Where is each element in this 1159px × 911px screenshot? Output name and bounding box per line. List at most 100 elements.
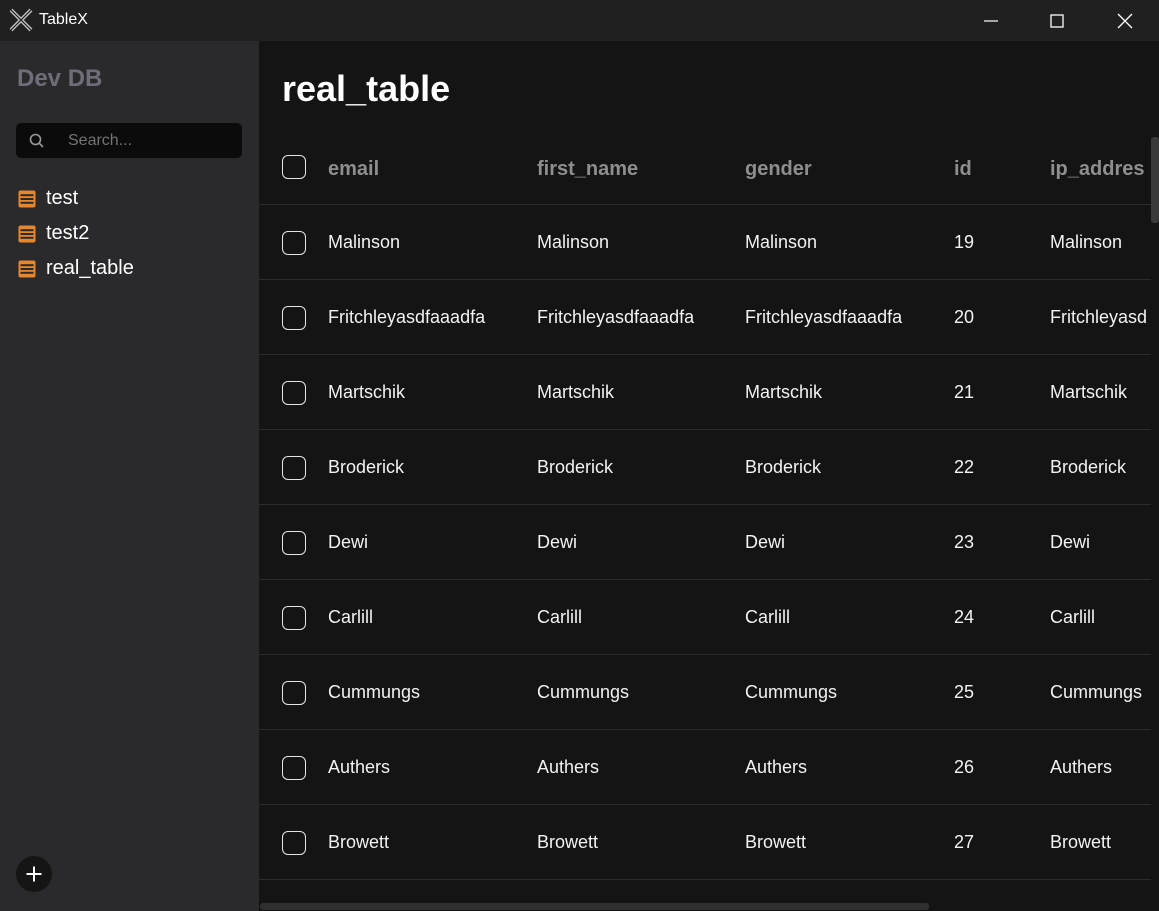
cell-first-name[interactable]: Cummungs bbox=[537, 655, 737, 730]
sidebar-item-real-table[interactable]: real_table bbox=[17, 251, 134, 286]
cell-ip-address[interactable]: Malinson bbox=[1050, 205, 1151, 280]
cell-first-name[interactable]: Fritchleyasdfaaadfa bbox=[537, 280, 737, 355]
close-icon bbox=[1117, 13, 1133, 28]
tablex-logo-icon bbox=[9, 8, 33, 32]
cell-ip-address[interactable]: Cummungs bbox=[1050, 655, 1151, 730]
row-checkbox[interactable] bbox=[282, 531, 306, 555]
cell-id[interactable]: 27 bbox=[954, 805, 1044, 880]
sidebar-item-test[interactable]: test bbox=[17, 181, 134, 216]
page-title: real_table bbox=[282, 68, 451, 109]
row-checkbox[interactable] bbox=[282, 831, 306, 855]
cell-first-name[interactable]: Broderick bbox=[537, 430, 737, 505]
cell-gender[interactable]: Browett bbox=[745, 805, 945, 880]
cell-id[interactable]: 19 bbox=[954, 205, 1044, 280]
cell-id[interactable]: 20 bbox=[954, 280, 1044, 355]
cell-email[interactable]: Cummungs bbox=[328, 655, 528, 730]
cell-email[interactable]: Carlill bbox=[328, 580, 528, 655]
search-box[interactable] bbox=[16, 123, 242, 158]
cell-gender[interactable]: Dewi bbox=[745, 505, 945, 580]
window-title: TableX bbox=[39, 11, 88, 28]
cell-first-name[interactable]: Carlill bbox=[537, 580, 737, 655]
table-row[interactable]: Dewi Dewi Dewi 23 Dewi bbox=[259, 505, 1151, 580]
minimize-button[interactable] bbox=[958, 0, 1024, 41]
sidebar: Dev DB test test2 bbox=[0, 41, 259, 911]
cell-ip-address[interactable]: Dewi bbox=[1050, 505, 1151, 580]
cell-ip-address[interactable]: Authers bbox=[1050, 730, 1151, 805]
row-checkbox[interactable] bbox=[282, 381, 306, 405]
column-header-ip-address[interactable]: ip_addres bbox=[1050, 129, 1151, 205]
maximize-button[interactable] bbox=[1024, 0, 1090, 41]
cell-email[interactable]: Martschik bbox=[328, 355, 528, 430]
cell-gender[interactable]: Authers bbox=[745, 730, 945, 805]
cell-ip-address[interactable]: Broderick bbox=[1050, 430, 1151, 505]
cell-first-name[interactable]: Dewi bbox=[537, 505, 737, 580]
cell-email[interactable]: Authers bbox=[328, 730, 528, 805]
minimize-icon bbox=[984, 19, 998, 22]
table-row[interactable]: Browett Browett Browett 27 Browett bbox=[259, 805, 1151, 880]
cell-ip-address[interactable]: Fritchleyasd bbox=[1050, 280, 1151, 355]
cell-email[interactable]: Malinson bbox=[328, 205, 528, 280]
table-row[interactable]: Malinson Malinson Malinson 19 Malinson bbox=[259, 205, 1151, 280]
cell-first-name[interactable]: Browett bbox=[537, 805, 737, 880]
search-input[interactable] bbox=[68, 123, 236, 158]
cell-first-name[interactable]: Malinson bbox=[537, 205, 737, 280]
cell-gender[interactable]: Martschik bbox=[745, 355, 945, 430]
cell-gender[interactable]: Broderick bbox=[745, 430, 945, 505]
cell-id[interactable]: 21 bbox=[954, 355, 1044, 430]
cell-id[interactable]: 23 bbox=[954, 505, 1044, 580]
vertical-scrollbar[interactable] bbox=[1151, 137, 1159, 223]
row-checkbox[interactable] bbox=[282, 231, 306, 255]
cell-id[interactable]: 26 bbox=[954, 730, 1044, 805]
plus-icon bbox=[26, 866, 42, 882]
data-table: email first_name gender id ip_addres Mal… bbox=[259, 129, 1159, 880]
column-header-first-name[interactable]: first_name bbox=[537, 129, 737, 205]
search-icon bbox=[29, 133, 44, 148]
title-bar: TableX bbox=[0, 0, 1159, 41]
table-icon bbox=[18, 225, 36, 242]
sidebar-item-label: real_table bbox=[46, 257, 134, 279]
add-table-button[interactable] bbox=[16, 856, 52, 892]
cell-email[interactable]: Browett bbox=[328, 805, 528, 880]
cell-first-name[interactable]: Authers bbox=[537, 730, 737, 805]
cell-ip-address[interactable]: Carlill bbox=[1050, 580, 1151, 655]
table-icon bbox=[18, 190, 36, 207]
column-header-gender[interactable]: gender bbox=[745, 129, 945, 205]
cell-id[interactable]: 25 bbox=[954, 655, 1044, 730]
horizontal-scrollbar[interactable] bbox=[260, 903, 929, 910]
table-row[interactable]: Broderick Broderick Broderick 22 Broderi… bbox=[259, 430, 1151, 505]
table-row[interactable]: Martschik Martschik Martschik 21 Martsch… bbox=[259, 355, 1151, 430]
sidebar-item-test2[interactable]: test2 bbox=[17, 216, 134, 251]
sidebar-item-label: test bbox=[46, 187, 79, 209]
cell-email[interactable]: Fritchleyasdfaaadfa bbox=[328, 280, 528, 355]
database-name: Dev DB bbox=[17, 65, 103, 92]
cell-email[interactable]: Broderick bbox=[328, 430, 528, 505]
close-button[interactable] bbox=[1092, 0, 1158, 41]
cell-gender[interactable]: Malinson bbox=[745, 205, 945, 280]
cell-gender[interactable]: Fritchleyasdfaaadfa bbox=[745, 280, 945, 355]
row-checkbox[interactable] bbox=[282, 606, 306, 630]
cell-id[interactable]: 22 bbox=[954, 430, 1044, 505]
cell-id[interactable]: 24 bbox=[954, 580, 1044, 655]
maximize-icon bbox=[1050, 13, 1064, 28]
cell-first-name[interactable]: Martschik bbox=[537, 355, 737, 430]
cell-email[interactable]: Dewi bbox=[328, 505, 528, 580]
column-header-id[interactable]: id bbox=[954, 129, 1044, 205]
row-checkbox[interactable] bbox=[282, 681, 306, 705]
table-icon bbox=[18, 260, 36, 277]
table-row[interactable]: Fritchleyasdfaaadfa Fritchleyasdfaaadfa … bbox=[259, 280, 1151, 355]
row-checkbox[interactable] bbox=[282, 456, 306, 480]
table-row[interactable]: Authers Authers Authers 26 Authers bbox=[259, 730, 1151, 805]
select-all-checkbox[interactable] bbox=[282, 155, 306, 179]
cell-ip-address[interactable]: Martschik bbox=[1050, 355, 1151, 430]
table-row[interactable]: Cummungs Cummungs Cummungs 25 Cummungs bbox=[259, 655, 1151, 730]
sidebar-item-label: test2 bbox=[46, 222, 90, 244]
column-header-email[interactable]: email bbox=[328, 129, 528, 205]
cell-gender[interactable]: Cummungs bbox=[745, 655, 945, 730]
row-checkbox[interactable] bbox=[282, 306, 306, 330]
main-panel: real_table email first_name gender id ip… bbox=[259, 41, 1159, 911]
cell-gender[interactable]: Carlill bbox=[745, 580, 945, 655]
cell-ip-address[interactable]: Browett bbox=[1050, 805, 1151, 880]
row-checkbox[interactable] bbox=[282, 756, 306, 780]
table-header-row: email first_name gender id ip_addres bbox=[259, 129, 1151, 205]
table-row[interactable]: Carlill Carlill Carlill 24 Carlill bbox=[259, 580, 1151, 655]
